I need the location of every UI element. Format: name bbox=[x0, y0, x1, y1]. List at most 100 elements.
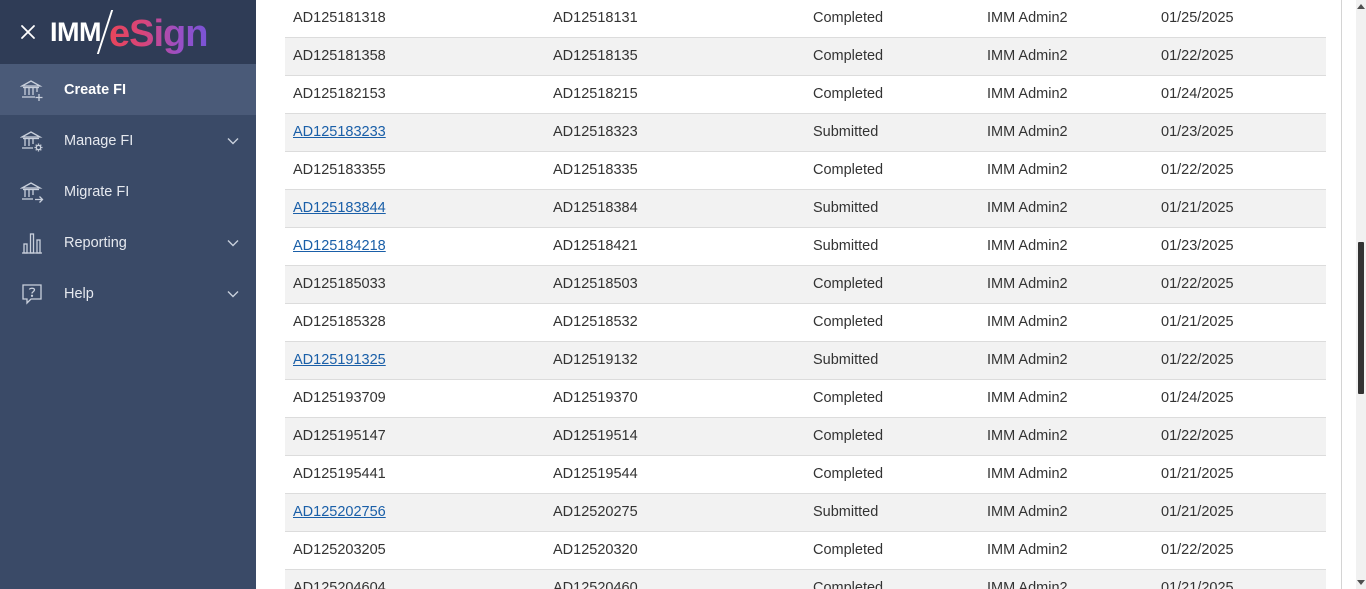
caret-up-icon bbox=[1357, 4, 1365, 9]
cell-reference: AD12518335 bbox=[553, 162, 638, 178]
record-id-link[interactable]: AD125191325 bbox=[293, 352, 386, 368]
sidebar-item-reporting[interactable]: Reporting bbox=[0, 217, 256, 268]
record-id-link[interactable]: AD125184218 bbox=[293, 238, 386, 254]
cell-date: 01/22/2025 bbox=[1161, 162, 1234, 178]
cell-user: IMM Admin2 bbox=[987, 86, 1068, 102]
record-id-text: AD125185033 bbox=[293, 276, 386, 292]
cell-id: AD125185328 bbox=[285, 303, 545, 341]
cell-id: AD125182153 bbox=[285, 75, 545, 113]
sidebar-item-help[interactable]: Help bbox=[0, 268, 256, 319]
cell-reference: AD12518532 bbox=[553, 314, 638, 330]
cell-user: IMM Admin2 bbox=[987, 504, 1068, 520]
cell-user: IMM Admin2 bbox=[987, 580, 1068, 589]
cell-user: IMM Admin2 bbox=[987, 352, 1068, 368]
table-row: AD125183844 AD12518384 Submitted IMM Admin2… bbox=[285, 189, 1326, 227]
table-row: AD125181358 AD12518135 Completed IMM Admin2… bbox=[285, 37, 1326, 75]
close-icon bbox=[21, 25, 35, 39]
scroll-down-button[interactable] bbox=[1357, 579, 1365, 587]
table-row: AD125181318 AD12518131 Completed IMM Admin2… bbox=[285, 0, 1326, 37]
caret-down-icon bbox=[1357, 580, 1365, 585]
cell-user: IMM Admin2 bbox=[987, 314, 1068, 330]
cell-user: IMM Admin2 bbox=[987, 276, 1068, 292]
cell-id: AD125184218 bbox=[285, 227, 545, 265]
bank-add-icon bbox=[20, 78, 44, 102]
content-gutter bbox=[256, 0, 285, 589]
cell-reference: AD12518131 bbox=[553, 10, 638, 27]
sidebar-item-label: Create FI bbox=[64, 81, 127, 98]
record-id-link[interactable]: AD125183233 bbox=[293, 124, 386, 140]
chevron-down-icon bbox=[226, 134, 240, 148]
cell-reference: AD12520320 bbox=[553, 542, 638, 558]
cell-date: 01/25/2025 bbox=[1161, 10, 1234, 27]
cell-status: Completed bbox=[813, 86, 884, 102]
sidebar-item-manage-fi[interactable]: Manage FI bbox=[0, 115, 256, 166]
record-id-text: AD125193709 bbox=[293, 390, 386, 406]
bank-arrow-icon bbox=[20, 180, 44, 204]
cell-status: Submitted bbox=[813, 352, 879, 368]
cell-user: IMM Admin2 bbox=[987, 10, 1068, 27]
sidebar-item-migrate-fi[interactable]: Migrate FI bbox=[0, 166, 256, 217]
cell-id: AD125181318 bbox=[285, 0, 545, 37]
record-id-link[interactable]: AD125183844 bbox=[293, 200, 386, 216]
cell-reference: AD12520460 bbox=[553, 580, 638, 589]
cell-date: 01/22/2025 bbox=[1161, 48, 1234, 64]
close-menu-button[interactable] bbox=[18, 22, 38, 42]
app-logo[interactable]: IMM eSign bbox=[50, 0, 208, 64]
logo-prefix: IMM bbox=[50, 16, 101, 47]
sidebar: IMM eSign Create FI Manage FI Migrate FI… bbox=[0, 0, 256, 589]
cell-reference: AD12518421 bbox=[553, 238, 638, 254]
table-row: AD125195147 AD12519514 Completed IMM Admin2… bbox=[285, 417, 1326, 455]
cell-id: AD125193709 bbox=[285, 379, 545, 417]
cell-date: 01/21/2025 bbox=[1161, 580, 1234, 589]
scroll-up-button[interactable] bbox=[1357, 2, 1365, 10]
cell-status: Submitted bbox=[813, 200, 879, 216]
cell-reference: AD12519132 bbox=[553, 352, 638, 368]
main-content: AD125181318 AD12518131 Completed IMM Admin2… bbox=[256, 0, 1366, 589]
record-id-text: AD125181358 bbox=[293, 48, 386, 64]
table-row: AD125195441 AD12519544 Completed IMM Admin2… bbox=[285, 455, 1326, 493]
cell-reference: AD12518323 bbox=[553, 124, 638, 140]
cell-user: IMM Admin2 bbox=[987, 162, 1068, 178]
records-table-container: AD125181318 AD12518131 Completed IMM Admin2… bbox=[285, 0, 1326, 589]
cell-date: 01/23/2025 bbox=[1161, 124, 1234, 140]
table-row: AD125182153 AD12518215 Completed IMM Admin2… bbox=[285, 75, 1326, 113]
cell-id: AD125183355 bbox=[285, 151, 545, 189]
cell-id: AD125204604 bbox=[285, 569, 545, 589]
cell-reference: AD12520275 bbox=[553, 504, 638, 520]
cell-user: IMM Admin2 bbox=[987, 200, 1068, 216]
cell-status: Submitted bbox=[813, 238, 879, 254]
record-id-link[interactable]: AD125202756 bbox=[293, 504, 386, 520]
cell-reference: AD12519370 bbox=[553, 390, 638, 406]
cell-user: IMM Admin2 bbox=[987, 542, 1068, 558]
cell-status: Completed bbox=[813, 162, 884, 178]
cell-status: Completed bbox=[813, 466, 884, 482]
sidebar-item-create-fi[interactable]: Create FI bbox=[0, 64, 256, 115]
cell-date: 01/21/2025 bbox=[1161, 504, 1234, 520]
record-id-text: AD125195147 bbox=[293, 428, 386, 444]
cell-status: Completed bbox=[813, 314, 884, 330]
cell-reference: AD12519544 bbox=[553, 466, 638, 482]
cell-date: 01/21/2025 bbox=[1161, 314, 1234, 330]
cell-id: AD125202756 bbox=[285, 493, 545, 531]
chevron-down-icon bbox=[226, 287, 240, 301]
record-id-text: AD125182153 bbox=[293, 86, 386, 102]
help-bubble-icon bbox=[20, 282, 44, 306]
cell-reference: AD12518135 bbox=[553, 48, 638, 64]
sidebar-item-label: Help bbox=[64, 285, 94, 302]
scrollbar-thumb[interactable] bbox=[1358, 242, 1364, 394]
cell-reference: AD12519514 bbox=[553, 428, 638, 444]
sidebar-item-label: Manage FI bbox=[64, 132, 134, 149]
record-id-text: AD125181318 bbox=[293, 10, 386, 27]
cell-date: 01/24/2025 bbox=[1161, 86, 1234, 102]
cell-id: AD125183233 bbox=[285, 113, 545, 151]
cell-user: IMM Admin2 bbox=[987, 124, 1068, 140]
vertical-scrollbar[interactable] bbox=[1356, 0, 1366, 589]
cell-date: 01/22/2025 bbox=[1161, 352, 1234, 368]
cell-status: Completed bbox=[813, 580, 884, 589]
cell-date: 01/22/2025 bbox=[1161, 542, 1234, 558]
table-row: AD125204604 AD12520460 Completed IMM Admin2… bbox=[285, 569, 1326, 589]
table-row: AD125185328 AD12518532 Completed IMM Admin2… bbox=[285, 303, 1326, 341]
cell-status: Submitted bbox=[813, 504, 879, 520]
table-row: AD125185033 AD12518503 Completed IMM Admin2… bbox=[285, 265, 1326, 303]
cell-id: AD125203205 bbox=[285, 531, 545, 569]
